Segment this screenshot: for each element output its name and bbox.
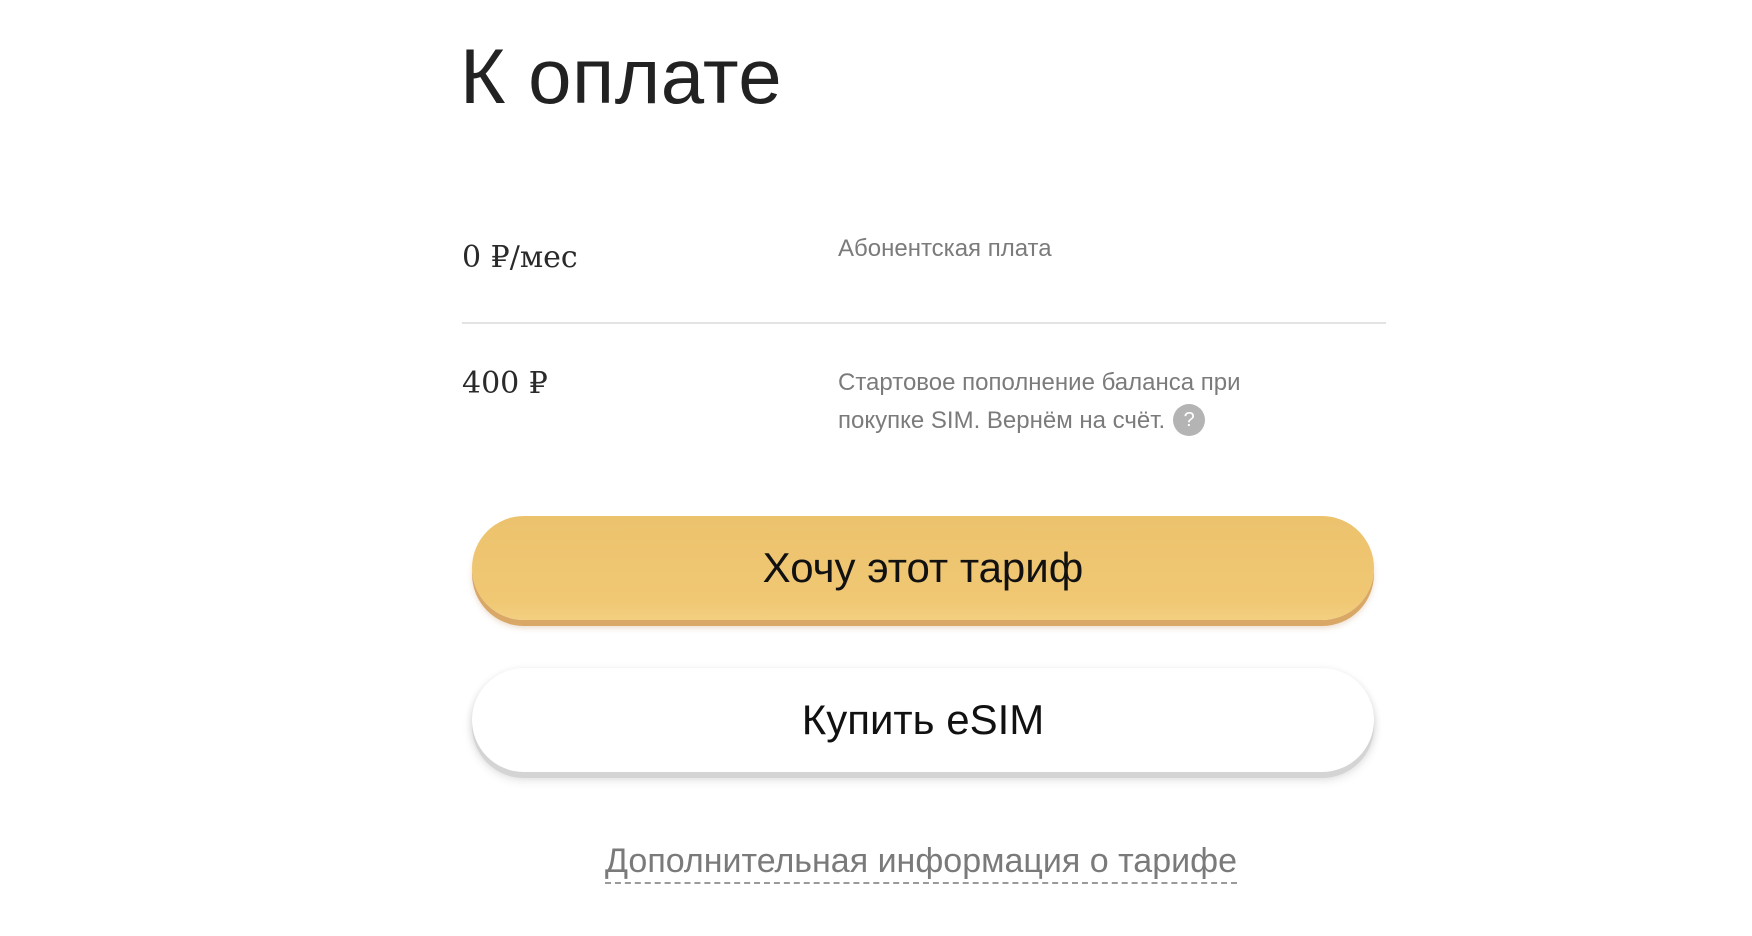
price-description: Абонентская плата — [838, 235, 1052, 262]
page-title: К оплате — [460, 32, 783, 120]
question-icon[interactable]: ? — [1173, 403, 1206, 436]
more-info-link-wrapper: Дополнительная информация о тарифе — [0, 842, 1752, 884]
price-row-subscription: 0 ₽/мес Абонентская плата — [462, 235, 1386, 324]
price-amount: 0 ₽/мес — [462, 240, 578, 275]
want-tariff-button[interactable]: Хочу этот тариф — [472, 516, 1374, 620]
price-description-wrapper: Стартовое пополнение баланса при покупке… — [838, 364, 1308, 440]
price-row-initial-topup: 400 ₽ Стартовое пополнение баланса при п… — [462, 364, 1386, 464]
buy-esim-button[interactable]: Купить eSIM — [472, 668, 1374, 772]
price-amount: 400 ₽ — [462, 366, 548, 401]
more-info-link[interactable]: Дополнительная информация о тарифе — [605, 842, 1237, 884]
payment-section: К оплате 0 ₽/мес Абонентская плата 400 ₽… — [0, 0, 1752, 936]
